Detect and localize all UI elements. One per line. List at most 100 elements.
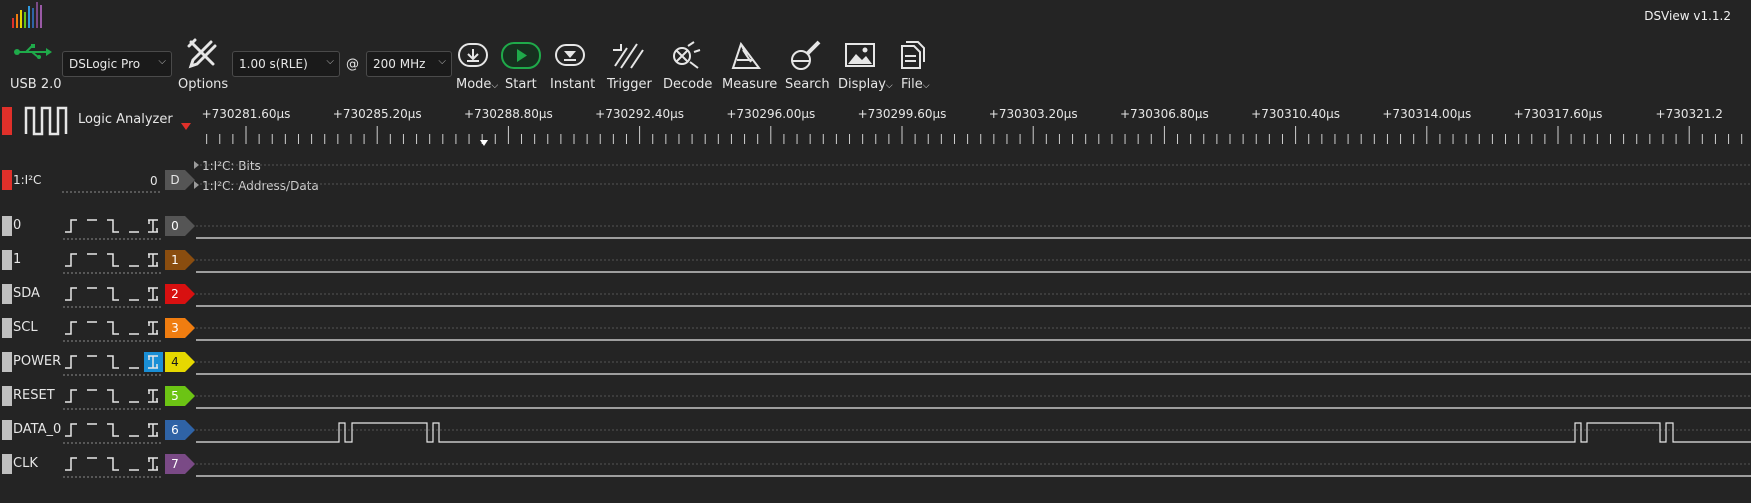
device-select[interactable]: DSLogic Pro ⌵: [62, 51, 172, 77]
rising-edge-trigger-icon[interactable]: [65, 219, 77, 233]
trigger-icon[interactable]: [611, 40, 645, 72]
rising-edge-trigger-icon[interactable]: [65, 423, 77, 437]
measure-button[interactable]: Measure: [722, 77, 777, 92]
channel-trigger-buttons[interactable]: [63, 384, 179, 410]
channel-name[interactable]: 1: [13, 252, 21, 267]
header-color-marker: [2, 107, 12, 135]
falling-edge-trigger-icon[interactable]: [107, 355, 119, 369]
ruler-tick-label: +730310.40μs: [1251, 107, 1340, 121]
at-label: @: [346, 57, 359, 72]
channel-name[interactable]: SDA: [13, 286, 40, 301]
ruler-tick-label: +730296.00μs: [726, 107, 815, 121]
start-play-icon[interactable]: [500, 40, 542, 72]
chevron-down-icon: ⌵: [326, 56, 334, 67]
file-button[interactable]: File⌵: [901, 77, 930, 92]
falling-edge-trigger-icon[interactable]: [107, 423, 119, 437]
chevron-down-icon: ⌵: [158, 56, 166, 67]
any-edge-trigger-icon[interactable]: [148, 253, 158, 267]
falling-edge-trigger-icon[interactable]: [107, 219, 119, 233]
ruler-tick-label: +730281.60μs: [202, 107, 291, 121]
usb-icon: [14, 44, 52, 59]
options-wrench-icon[interactable]: [185, 38, 219, 70]
channel-waveform: [196, 422, 1751, 443]
decode-icon[interactable]: [668, 40, 702, 72]
display-icon[interactable]: [843, 40, 877, 72]
file-icon[interactable]: [896, 40, 930, 72]
search-icon[interactable]: [787, 40, 821, 72]
logic-analyzer-icon: [24, 106, 68, 136]
sample-rate-select[interactable]: 200 MHz ⌵: [366, 51, 452, 77]
trigger-cursor-marker[interactable]: [181, 123, 191, 130]
ruler-tick-label: +730303.20μs: [989, 107, 1078, 121]
channel-color-marker[interactable]: [2, 284, 12, 304]
analyzer-title: Logic Analyzer: [78, 112, 173, 127]
channel-trigger-buttons[interactable]: [63, 316, 179, 342]
ruler-tick-label: +730285.20μs: [333, 107, 422, 121]
decoder-name[interactable]: 1:I²C: [13, 173, 41, 187]
instant-button[interactable]: Instant: [550, 77, 595, 92]
ruler-tick-label: +730292.40μs: [595, 107, 684, 121]
any-edge-trigger-icon[interactable]: [148, 287, 158, 301]
options-label[interactable]: Options: [178, 77, 228, 92]
channel-trigger-buttons[interactable]: [63, 418, 179, 444]
falling-edge-trigger-icon[interactable]: [107, 457, 119, 471]
chevron-down-icon: ⌵: [438, 56, 446, 67]
channel-trigger-buttons[interactable]: [63, 248, 179, 274]
any-edge-trigger-icon[interactable]: [148, 423, 158, 437]
waveform-area[interactable]: [190, 150, 1751, 480]
rising-edge-trigger-icon[interactable]: [65, 389, 77, 403]
rising-edge-trigger-icon[interactable]: [65, 321, 77, 335]
usb-status-label: USB 2.0: [10, 77, 62, 92]
decoder-value-underline: [62, 191, 162, 193]
channel-trigger-buttons[interactable]: [63, 452, 179, 478]
display-button[interactable]: Display⌵: [838, 77, 893, 92]
channel-name[interactable]: CLK: [13, 456, 38, 471]
search-button[interactable]: Search: [785, 77, 830, 92]
rising-edge-trigger-icon[interactable]: [65, 253, 77, 267]
channel-trigger-buttons[interactable]: [63, 214, 179, 240]
start-button[interactable]: Start: [505, 77, 537, 92]
channel-name[interactable]: DATA_0: [13, 422, 61, 437]
falling-edge-trigger-icon[interactable]: [107, 321, 119, 335]
channel-trigger-buttons[interactable]: [63, 350, 179, 376]
channel-color-marker[interactable]: [2, 386, 12, 406]
decoder-color-marker[interactable]: [2, 170, 12, 190]
ruler-tick-label: +730317.60μs: [1514, 107, 1603, 121]
ruler-tick-label: +730321.2: [1656, 107, 1723, 121]
channel-name[interactable]: POWER: [13, 354, 61, 369]
channel-color-marker[interactable]: [2, 454, 12, 474]
channel-trigger-buttons[interactable]: [63, 282, 179, 308]
falling-edge-trigger-icon[interactable]: [107, 389, 119, 403]
channel-color-marker[interactable]: [2, 352, 12, 372]
any-edge-trigger-icon[interactable]: [148, 219, 158, 233]
channel-name[interactable]: 0: [13, 218, 21, 233]
falling-edge-trigger-icon[interactable]: [107, 253, 119, 267]
duration-select[interactable]: 1.00 s(RLE) ⌵: [232, 51, 340, 77]
decode-button[interactable]: Decode: [663, 77, 712, 92]
measure-icon[interactable]: [729, 40, 763, 72]
channel-color-marker[interactable]: [2, 250, 12, 270]
ruler-tick-label: +730299.60μs: [858, 107, 947, 121]
rising-edge-trigger-icon[interactable]: [65, 287, 77, 301]
trigger-button[interactable]: Trigger: [607, 77, 652, 92]
channel-color-marker[interactable]: [2, 318, 12, 338]
rising-edge-trigger-icon[interactable]: [65, 355, 77, 369]
channel-name[interactable]: SCL: [13, 320, 38, 335]
app-title: DSView v1.1.2: [1644, 9, 1731, 23]
instant-icon[interactable]: [553, 40, 587, 72]
channel-color-marker[interactable]: [2, 420, 12, 440]
any-edge-trigger-icon[interactable]: [148, 389, 158, 403]
app-logo-icon: [12, 2, 42, 28]
ruler-tick-label: +730314.00μs: [1382, 107, 1471, 121]
cursor-arrow-icon: [480, 140, 488, 146]
any-edge-trigger-icon[interactable]: [148, 321, 158, 335]
channel-color-marker[interactable]: [2, 216, 12, 236]
falling-edge-trigger-icon[interactable]: [107, 287, 119, 301]
any-edge-trigger-icon[interactable]: [148, 457, 158, 471]
channel-name[interactable]: RESET: [13, 388, 55, 403]
mode-download-icon[interactable]: [456, 40, 490, 72]
time-ruler[interactable]: +730281.60μs +730285.20μs +730288.80μs +730…: [194, 104, 1751, 148]
ruler-tick-label: +730288.80μs: [464, 107, 553, 121]
mode-button[interactable]: Mode⌵: [456, 77, 498, 92]
rising-edge-trigger-icon[interactable]: [65, 457, 77, 471]
